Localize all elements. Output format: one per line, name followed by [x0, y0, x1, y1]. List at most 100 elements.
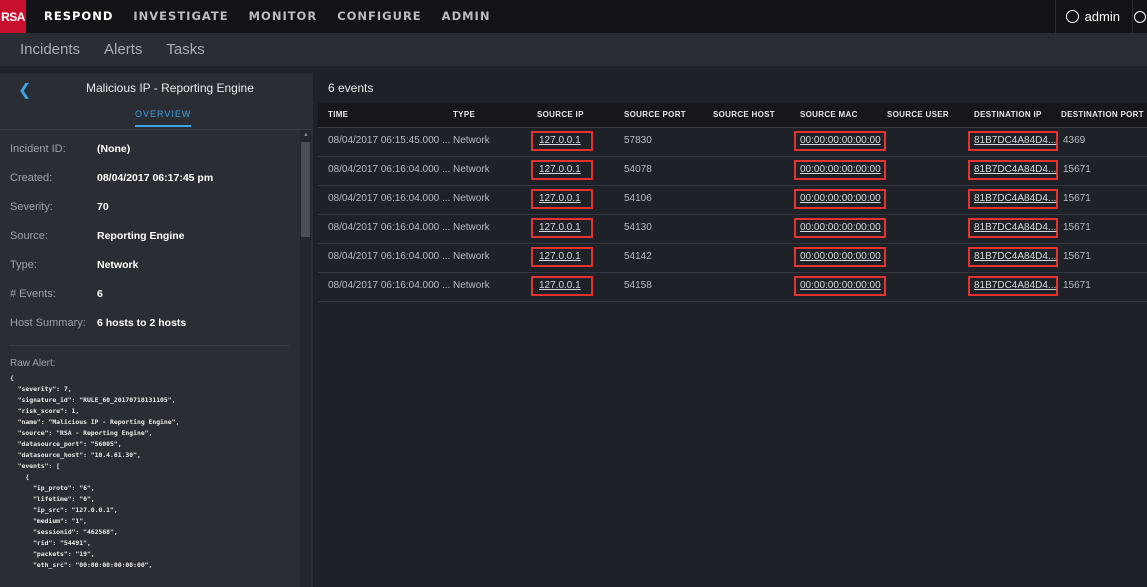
subnav-incidents[interactable]: Incidents: [0, 41, 80, 58]
cell-source-mac-link[interactable]: 00:00:00:00:00:00: [800, 193, 881, 204]
cell-type: Network: [453, 280, 490, 291]
table-row[interactable]: 08/04/2017 06:16:04.000 ... Network 127.…: [318, 273, 1147, 302]
cell-destination-port: 15671: [1063, 193, 1091, 204]
cell-time: 08/04/2017 06:15:45.000 ...: [328, 135, 451, 146]
cell-destination-ip-link[interactable]: 81B7DC4A84D4...: [974, 222, 1056, 233]
column-header-source-ip[interactable]: SOURCE IP: [537, 110, 584, 119]
sub-nav-bar: Incidents Alerts Tasks: [0, 33, 1147, 66]
field-row: # Events: 6: [0, 279, 313, 308]
cell-destination-ip-link[interactable]: 81B7DC4A84D4...: [974, 135, 1056, 146]
subnav-tasks[interactable]: Tasks: [156, 41, 204, 58]
cell-destination-ip-link[interactable]: 81B7DC4A84D4...: [974, 280, 1056, 291]
details-body: Incident ID: (None) Created: 08/04/2017 06…: [0, 130, 313, 587]
column-header-time[interactable]: TIME: [328, 110, 348, 119]
field-row: Host Summary: 6 hosts to 2 hosts: [0, 308, 313, 337]
top-nav-bar: RSA RESPOND INVESTIGATE MONITOR CONFIGUR…: [0, 0, 1147, 33]
cell-source-ip-link[interactable]: 127.0.0.1: [539, 222, 581, 233]
field-value: 6 hosts to 2 hosts: [97, 316, 187, 329]
column-header-source-host[interactable]: SOURCE HOST: [713, 110, 775, 119]
cell-time: 08/04/2017 06:16:04.000 ...: [328, 222, 451, 233]
field-list: Incident ID: (None) Created: 08/04/2017 06…: [0, 130, 313, 337]
cell-source-mac-link[interactable]: 00:00:00:00:00:00: [800, 251, 881, 262]
back-chevron-icon[interactable]: ❮: [18, 80, 31, 100]
cell-type: Network: [453, 222, 490, 233]
cell-source-mac-link[interactable]: 00:00:00:00:00:00: [800, 222, 881, 233]
column-header-source-port[interactable]: SOURCE PORT: [624, 110, 686, 119]
cell-destination-port: 15671: [1063, 280, 1091, 291]
details-header: ❮ Malicious IP - Reporting Engine: [0, 73, 313, 103]
field-value: Reporting Engine: [97, 229, 185, 242]
help-button[interactable]: [1132, 0, 1147, 33]
cell-source-mac-link[interactable]: 00:00:00:00:00:00: [800, 135, 881, 146]
cell-source-mac-link[interactable]: 00:00:00:00:00:00: [800, 164, 881, 175]
alert-title: Malicious IP - Reporting Engine: [86, 81, 254, 95]
cell-destination-ip-link[interactable]: 81B7DC4A84D4...: [974, 193, 1056, 204]
field-label: Type:: [10, 258, 37, 271]
cell-source-ip-link[interactable]: 127.0.0.1: [539, 135, 581, 146]
user-menu[interactable]: admin: [1054, 0, 1132, 33]
field-label: Source:: [10, 229, 48, 242]
user-area: admin: [1054, 0, 1147, 33]
cell-destination-ip-link[interactable]: 81B7DC4A84D4...: [974, 251, 1056, 262]
field-row: Severity: 70: [0, 192, 313, 221]
column-header-destination-ip[interactable]: DESTINATION IP: [974, 110, 1042, 119]
details-scrollbar[interactable]: ▲: [300, 130, 311, 587]
cell-destination-ip-link[interactable]: 81B7DC4A84D4...: [974, 164, 1056, 175]
field-row: Source: Reporting Engine: [0, 221, 313, 250]
cell-source-port: 54130: [624, 222, 652, 233]
field-row: Created: 08/04/2017 06:17:45 pm: [0, 163, 313, 192]
cell-source-port: 54078: [624, 164, 652, 175]
user-name: admin: [1084, 9, 1120, 24]
table-row[interactable]: 08/04/2017 06:16:04.000 ... Network 127.…: [318, 215, 1147, 244]
details-tabs: OVERVIEW: [0, 103, 313, 130]
column-header-type[interactable]: TYPE: [453, 110, 475, 119]
events-count: 6 events: [328, 81, 374, 95]
events-grid-header: TIME TYPE SOURCE IP SOURCE PORT SOURCE H…: [318, 103, 1147, 128]
cell-type: Network: [453, 251, 490, 262]
column-header-destination-port[interactable]: DESTINATION PORT: [1061, 110, 1144, 119]
user-icon: [1065, 10, 1079, 23]
subnav-alerts[interactable]: Alerts: [94, 41, 142, 58]
nav-respond[interactable]: RESPOND: [34, 0, 123, 33]
column-header-source-mac[interactable]: SOURCE MAC: [800, 110, 858, 119]
field-label: # Events:: [10, 287, 56, 300]
cell-source-ip-link[interactable]: 127.0.0.1: [539, 164, 581, 175]
table-row[interactable]: 08/04/2017 06:16:04.000 ... Network 127.…: [318, 186, 1147, 215]
scrollbar-thumb[interactable]: [301, 142, 310, 237]
cell-source-ip-link[interactable]: 127.0.0.1: [539, 251, 581, 262]
tab-overview[interactable]: OVERVIEW: [135, 109, 192, 127]
cell-type: Network: [453, 135, 490, 146]
cell-destination-port: 15671: [1063, 222, 1091, 233]
field-value: Network: [97, 258, 139, 271]
table-row[interactable]: 08/04/2017 06:15:45.000 ... Network 127.…: [318, 128, 1147, 157]
cell-source-port: 54158: [624, 280, 652, 291]
raw-alert-label: Raw Alert:: [10, 358, 56, 369]
raw-alert-json: { "severity": 7, "signature_id": "RULE_6…: [10, 374, 180, 569]
table-row[interactable]: 08/04/2017 06:16:04.000 ... Network 127.…: [318, 157, 1147, 186]
nav-configure[interactable]: CONFIGURE: [327, 0, 431, 33]
nav-monitor[interactable]: MONITOR: [239, 0, 328, 33]
nav-admin[interactable]: ADMIN: [432, 0, 501, 33]
cell-source-mac-link[interactable]: 00:00:00:00:00:00: [800, 280, 881, 291]
cell-source-port: 54106: [624, 193, 652, 204]
cell-time: 08/04/2017 06:16:04.000 ...: [328, 251, 451, 262]
cell-source-ip-link[interactable]: 127.0.0.1: [539, 280, 581, 291]
field-row: Incident ID: (None): [0, 134, 313, 163]
events-grid-body: 08/04/2017 06:15:45.000 ... Network 127.…: [318, 128, 1147, 302]
nav-investigate[interactable]: INVESTIGATE: [123, 0, 238, 33]
field-value: 6: [97, 287, 103, 300]
column-header-source-user[interactable]: SOURCE USER: [887, 110, 949, 119]
cell-type: Network: [453, 164, 490, 175]
cell-source-port: 54142: [624, 251, 652, 262]
divider: [10, 345, 289, 346]
field-value: 70: [97, 200, 109, 213]
field-value: 08/04/2017 06:17:45 pm: [97, 171, 214, 184]
table-row[interactable]: 08/04/2017 06:16:04.000 ... Network 127.…: [318, 244, 1147, 273]
cell-type: Network: [453, 193, 490, 204]
alert-details-pane: ❮ Malicious IP - Reporting Engine OVERVI…: [0, 73, 313, 587]
cell-destination-port: 15671: [1063, 251, 1091, 262]
scroll-up-icon[interactable]: ▲: [303, 132, 309, 138]
cell-time: 08/04/2017 06:16:04.000 ...: [328, 164, 451, 175]
cell-time: 08/04/2017 06:16:04.000 ...: [328, 193, 451, 204]
cell-source-ip-link[interactable]: 127.0.0.1: [539, 193, 581, 204]
